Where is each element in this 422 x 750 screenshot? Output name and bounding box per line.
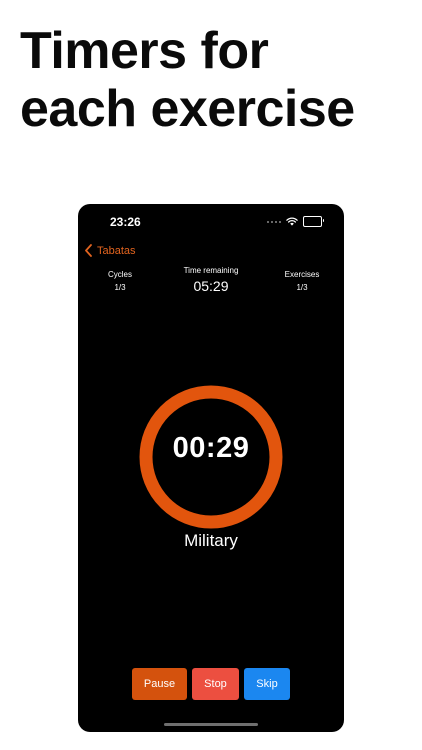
cycles-value: 1/3 xyxy=(114,283,126,292)
wifi-icon xyxy=(286,217,298,226)
screenshot-page: Timers for each exercise 23:26 Tabatas C… xyxy=(0,0,422,750)
status-icons xyxy=(267,216,324,227)
back-button[interactable]: Tabatas xyxy=(84,244,136,257)
exercises-value: 1/3 xyxy=(296,283,308,292)
timer-ring: 00:29 xyxy=(138,384,284,530)
stop-button[interactable]: Stop xyxy=(192,668,239,700)
marketing-headline: Timers for each exercise xyxy=(20,22,410,138)
time-remaining-value: 05:29 xyxy=(193,278,229,294)
current-exercise-name: Military xyxy=(184,531,238,550)
phone-screen: 23:26 Tabatas Cycles 1/3 Time remaining … xyxy=(78,204,344,732)
pause-button[interactable]: Pause xyxy=(132,668,187,700)
headline-line-2: each exercise xyxy=(20,80,355,138)
countdown-display: 00:29 xyxy=(172,432,250,464)
exercises-stat: Exercises 1/3 xyxy=(267,270,337,294)
status-time: 23:26 xyxy=(110,215,141,229)
cycles-stat: Cycles 1/3 xyxy=(85,270,155,294)
back-label: Tabatas xyxy=(97,244,136,257)
signal-icon xyxy=(267,220,281,223)
home-indicator[interactable] xyxy=(164,723,258,726)
skip-button[interactable]: Skip xyxy=(244,668,290,700)
battery-icon xyxy=(303,216,324,227)
exercises-label: Exercises xyxy=(284,270,320,279)
time-remaining-stat: Time remaining 05:29 xyxy=(176,266,246,295)
status-bar: 23:26 xyxy=(78,204,344,240)
time-remaining-label: Time remaining xyxy=(183,266,239,275)
cycles-label: Cycles xyxy=(107,270,132,279)
headline-line-1: Timers for xyxy=(20,22,269,80)
chevron-left-icon xyxy=(85,244,92,257)
